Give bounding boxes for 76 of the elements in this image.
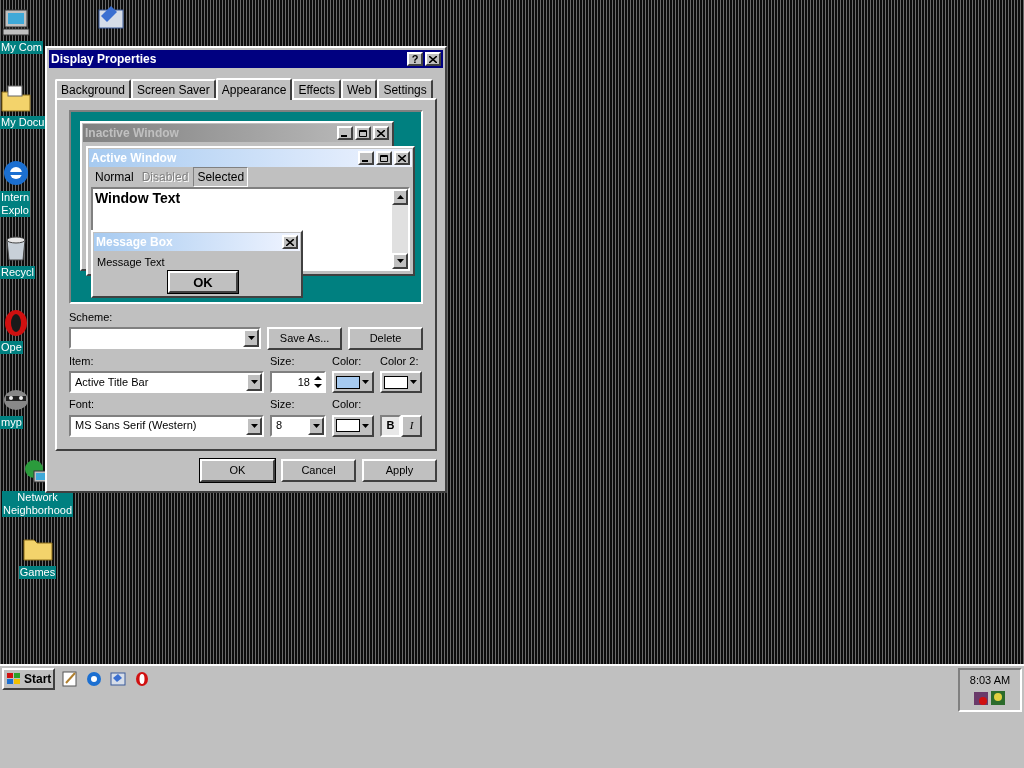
tab[interactable]: Effects <box>292 79 341 98</box>
tab[interactable]: Screen Saver <box>131 79 216 98</box>
notepad-icon[interactable] <box>61 670 80 688</box>
close-button[interactable] <box>425 52 441 66</box>
tab[interactable]: Appearance <box>215 78 293 100</box>
scheme-dropdown[interactable] <box>69 327 262 349</box>
close-icon <box>286 238 294 246</box>
windows-logo-icon <box>6 672 22 686</box>
desktop-icon-label[interactable]: Recycl <box>0 266 35 279</box>
tab[interactable]: Settings <box>377 79 433 98</box>
item-dropdown[interactable]: Active Title Bar <box>69 371 264 393</box>
field-label: Size: <box>270 353 296 369</box>
window-title: Active Window <box>91 150 178 167</box>
desktop-icon-label[interactable]: Intern Explo <box>0 191 31 217</box>
scrollbar[interactable] <box>392 189 408 269</box>
desktop-icon-label[interactable]: myp <box>0 416 23 429</box>
message-text: Message Text <box>96 255 166 270</box>
size-spinner[interactable]: 18 <box>270 371 326 393</box>
menu-item[interactable]: Normal <box>92 168 137 186</box>
computer-icon[interactable] <box>0 7 32 39</box>
maximize-icon <box>380 154 388 162</box>
font-dropdown[interactable]: MS Sans Serif (Western) <box>69 414 264 437</box>
menu-item[interactable]: Selected <box>193 167 249 187</box>
minimize-button[interactable] <box>337 126 353 140</box>
help-button[interactable]: ? <box>407 52 423 66</box>
clock: 8:03 AM <box>969 673 1011 688</box>
dialog-button[interactable]: Save As... <box>267 326 343 350</box>
close-button[interactable] <box>282 235 298 249</box>
scroll-down-button[interactable] <box>392 253 408 269</box>
tab[interactable]: Background <box>55 79 132 98</box>
down-arrow-icon <box>396 259 404 263</box>
close-icon <box>377 129 385 137</box>
ok-button[interactable]: OK <box>168 270 238 293</box>
color-picker[interactable] <box>332 414 374 437</box>
dropdown-arrow-icon <box>410 380 417 384</box>
field-label: Item: <box>69 353 95 369</box>
dialog-button[interactable]: Apply <box>362 458 437 482</box>
documents-icon[interactable] <box>0 82 32 114</box>
window-title: Message Box <box>96 234 174 251</box>
size-dropdown[interactable]: 8 <box>270 414 326 437</box>
desktop-icon-label[interactable]: My Docu <box>0 116 46 129</box>
desktop-icon-label[interactable]: My Com <box>0 41 43 54</box>
field-label: Color 2: <box>380 353 420 369</box>
minimize-button[interactable] <box>358 151 374 165</box>
dialog-button[interactable]: Cancel <box>281 458 356 482</box>
dialog-button[interactable]: OK <box>200 458 275 482</box>
close-icon <box>429 55 437 63</box>
field-label: Scheme: <box>69 310 114 325</box>
tab[interactable]: Web <box>340 79 378 98</box>
close-icon <box>398 154 406 162</box>
maximize-button[interactable] <box>376 151 392 165</box>
color-picker[interactable] <box>332 371 374 393</box>
field-label: Color: <box>332 397 363 412</box>
dialog-button[interactable]: Delete <box>348 326 423 350</box>
up-arrow-icon <box>396 195 404 199</box>
desktop-icon-label[interactable]: Ope <box>0 341 23 354</box>
field-label: Color: <box>332 353 363 369</box>
dropdown-arrow-icon <box>362 380 369 384</box>
bold-toggle[interactable]: B <box>380 414 401 437</box>
italic-toggle[interactable]: I <box>401 414 422 437</box>
desktop-icon-label[interactable]: Games <box>18 566 57 579</box>
window-title: Display Properties <box>51 51 158 68</box>
field-label: Font: <box>69 397 96 412</box>
window-text: Window Text <box>94 190 182 206</box>
tray-icons-drawing[interactable] <box>973 688 1007 707</box>
maximize-button[interactable] <box>355 126 371 140</box>
maximize-icon <box>359 129 367 137</box>
close-button[interactable] <box>373 126 389 140</box>
field-label: Size: <box>270 397 296 412</box>
scroll-up-button[interactable] <box>392 189 408 205</box>
desktop-icon-label[interactable]: Network Neighborhood <box>1 491 74 517</box>
start-button[interactable]: Start <box>2 668 56 690</box>
close-button[interactable] <box>394 151 410 165</box>
dropdown-arrow-icon <box>362 423 369 428</box>
color-picker[interactable] <box>380 371 422 393</box>
spinner-arrows-icon[interactable] <box>312 374 324 390</box>
